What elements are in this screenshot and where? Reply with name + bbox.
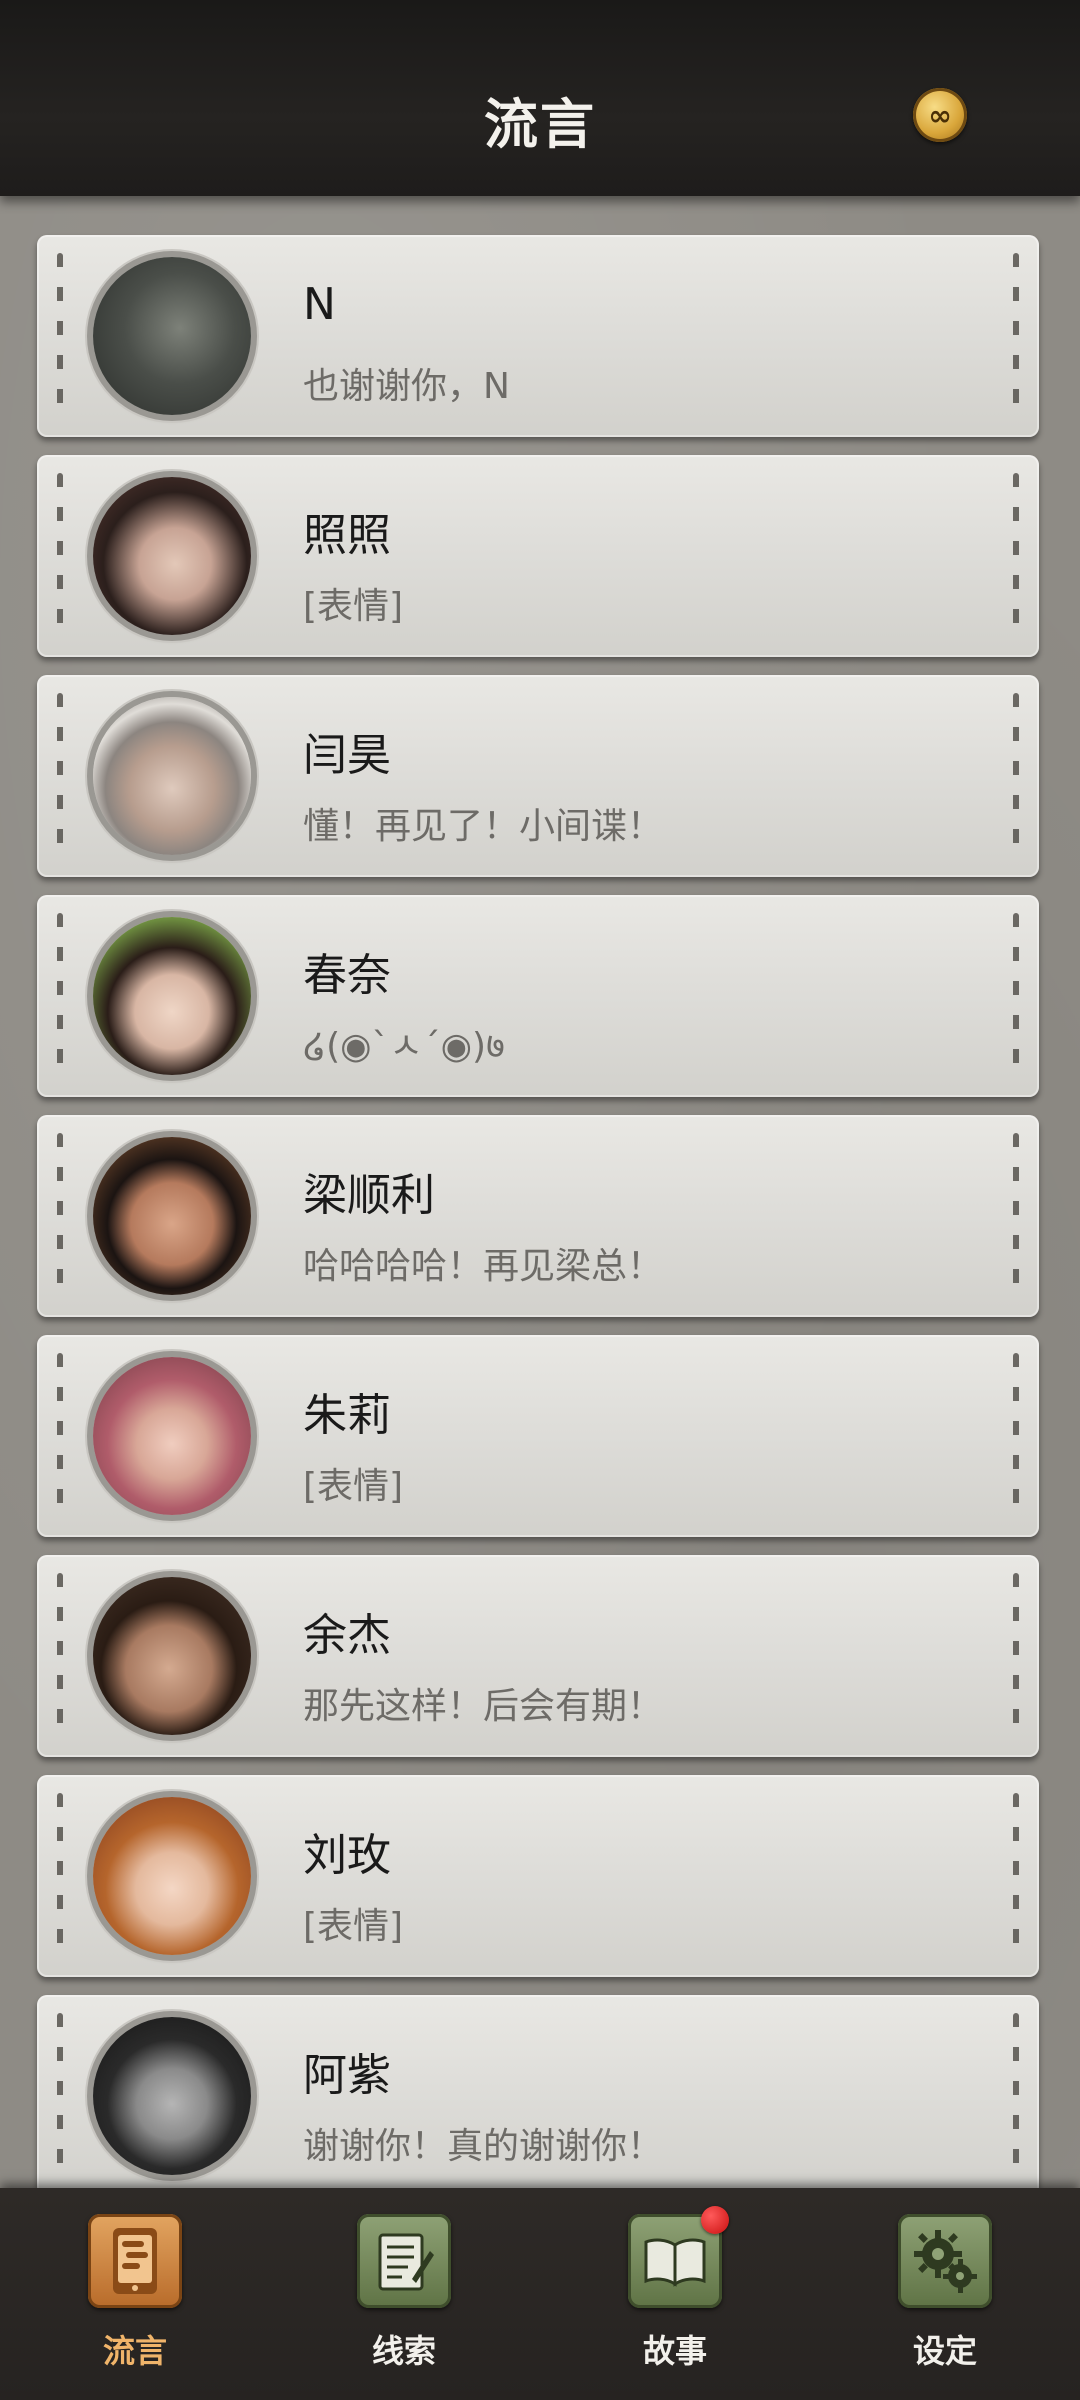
avatar (93, 2017, 251, 2175)
chat-item[interactable]: 阿紫 谢谢你！真的谢谢你！ (37, 1995, 1039, 2197)
stitch-decoration (57, 693, 63, 859)
app-header: 流言 ∞ (0, 0, 1080, 196)
stitch-decoration (57, 1793, 63, 1959)
stitch-decoration (1013, 473, 1019, 639)
tab-rumors[interactable]: 流言 (55, 2214, 215, 2384)
tab-label: 设定 (912, 2332, 977, 2370)
chat-item[interactable]: 刘玫 [表情] (37, 1775, 1039, 1977)
stitch-decoration (1013, 2013, 1019, 2179)
chat-item[interactable]: 照照 [表情] (37, 455, 1039, 657)
tab-story[interactable]: 故事 (595, 2206, 755, 2384)
avatar (93, 917, 251, 1075)
contact-name: 朱莉 (303, 1390, 391, 1441)
tab-clues[interactable]: 线索 (324, 2214, 484, 2384)
last-message: ໒(◉`ㅅ´◉)७ (303, 1026, 505, 1067)
chat-item[interactable]: 梁顺利 哈哈哈哈！再见梁总！ (37, 1115, 1039, 1317)
contact-name: 阿紫 (303, 2050, 391, 2101)
notepad-icon (357, 2214, 451, 2308)
stitch-decoration (57, 1573, 63, 1739)
stitch-decoration (1013, 1133, 1019, 1299)
last-message: 懂！再见了！小间谍！ (303, 806, 664, 847)
contact-name: 春奈 (303, 950, 391, 1001)
avatar (93, 1137, 251, 1295)
contact-name: 梁顺利 (303, 1170, 435, 1221)
last-message: 谢谢你！真的谢谢你！ (303, 2126, 664, 2167)
chat-item[interactable]: 朱莉 [表情] (37, 1335, 1039, 1537)
chat-item[interactable]: 春奈 ໒(◉`ㅅ´◉)७ (37, 895, 1039, 1097)
last-message: 哈哈哈哈！再见梁总！ (303, 1246, 664, 1287)
contact-name: N (303, 279, 336, 330)
stitch-decoration (57, 473, 63, 639)
avatar (93, 1577, 251, 1735)
contact-name: 余杰 (303, 1610, 391, 1661)
stitch-decoration (57, 2013, 63, 2179)
chat-item[interactable]: N 也谢谢你，N (37, 235, 1039, 437)
last-message: [表情] (303, 586, 404, 627)
last-message: 也谢谢你，N (303, 366, 510, 407)
chat-item[interactable]: 余杰 那先这样！后会有期！ (37, 1555, 1039, 1757)
stitch-decoration (1013, 1793, 1019, 1959)
avatar (93, 1357, 251, 1515)
avatar (93, 697, 251, 855)
last-message: [表情] (303, 1906, 404, 1947)
tab-settings[interactable]: 设定 (865, 2214, 1025, 2384)
tab-label: 线索 (371, 2332, 436, 2370)
chat-item[interactable]: 闫昊 懂！再见了！小间谍！ (37, 675, 1039, 877)
contact-name: 照照 (303, 510, 391, 561)
last-message: 那先这样！后会有期！ (303, 1686, 664, 1727)
stitch-decoration (57, 1353, 63, 1519)
bottom-nav: 流言 线索 故事 设定 (0, 2188, 1080, 2400)
stitch-decoration (57, 913, 63, 1079)
infinity-coin-icon[interactable]: ∞ (913, 88, 967, 142)
notification-badge (701, 2206, 729, 2234)
stitch-decoration (57, 253, 63, 419)
stitch-decoration (1013, 253, 1019, 419)
stitch-decoration (1013, 1573, 1019, 1739)
contact-name: 闫昊 (303, 730, 391, 781)
stitch-decoration (57, 1133, 63, 1299)
stitch-decoration (1013, 693, 1019, 859)
contact-name: 刘玫 (303, 1830, 391, 1881)
last-message: [表情] (303, 1466, 404, 1507)
gears-icon (898, 2214, 992, 2308)
avatar (93, 257, 251, 415)
stitch-decoration (1013, 913, 1019, 1079)
tab-label: 流言 (102, 2332, 167, 2370)
stitch-decoration (1013, 1353, 1019, 1519)
avatar (93, 477, 251, 635)
phone-chat-icon (88, 2214, 182, 2308)
tab-label: 故事 (642, 2332, 707, 2370)
avatar (93, 1797, 251, 1955)
